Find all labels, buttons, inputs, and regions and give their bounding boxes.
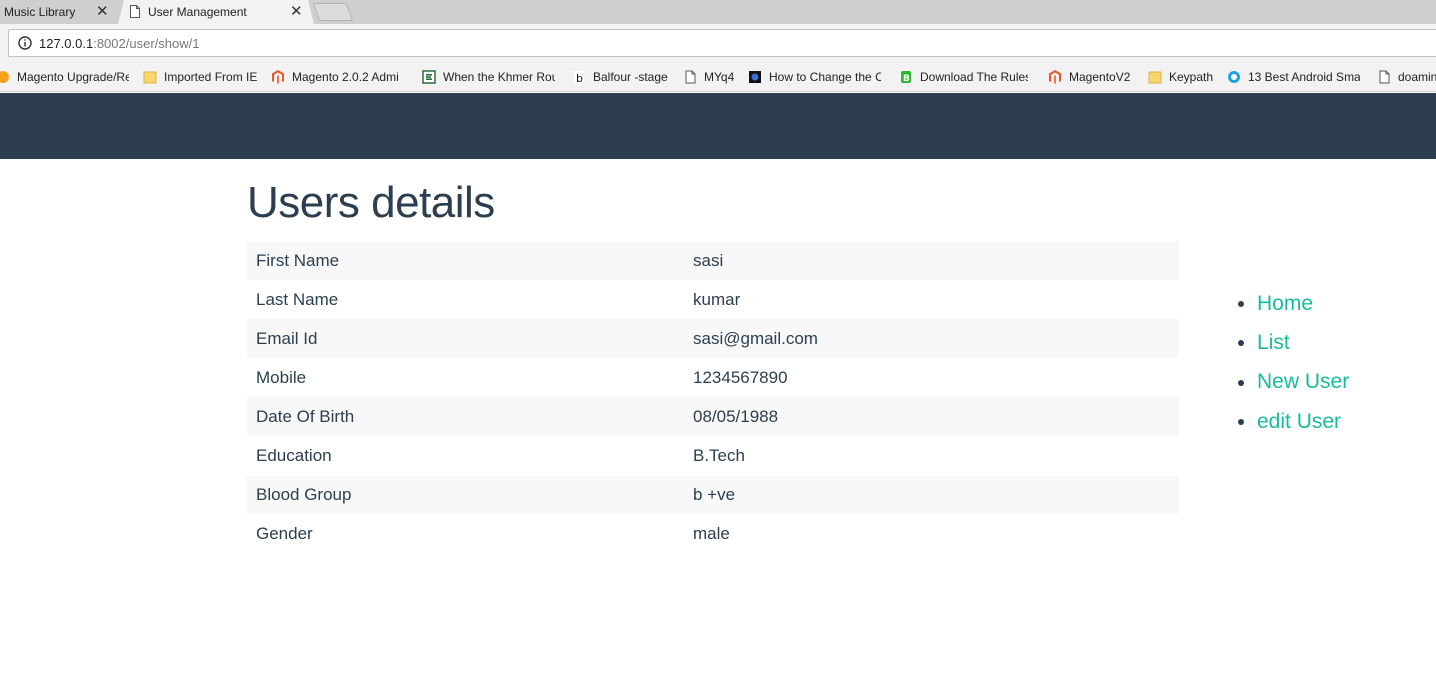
url-host: 127.0.0.1	[39, 35, 94, 51]
address-bar[interactable]: 127.0.0.1:8002/user/show/1	[8, 29, 1436, 57]
table-row: Blood Group b +ve	[247, 475, 1179, 514]
table-row: Last Name kumar	[247, 280, 1179, 319]
browser-tab-strip: Music Library ✕ User Management ✕	[0, 0, 1436, 24]
bookmark-label: When the Khmer Rou	[443, 70, 555, 84]
field-value: B.Tech	[693, 445, 745, 465]
bookmark-magento-admin[interactable]: Magento 2.0.2 Admi	[271, 69, 404, 85]
bookmark-label: Magento Upgrade/Re	[17, 70, 129, 84]
page-icon	[1379, 70, 1390, 84]
field-label: Gender	[256, 523, 313, 543]
new-tab-button[interactable]	[312, 3, 354, 21]
side-nav-list: Home List New User edit User	[1238, 284, 1349, 441]
list-link[interactable]: List	[1257, 331, 1290, 355]
bookmark-how-to-change[interactable]: How to Change the C	[748, 69, 881, 85]
tab-user-management[interactable]: User Management ✕	[118, 0, 314, 24]
browser-toolbar: 127.0.0.1:8002/user/show/1	[0, 24, 1436, 62]
bookmark-label: Download The Rules	[920, 70, 1028, 84]
svg-text:b: b	[576, 72, 583, 84]
magento-icon	[272, 70, 284, 84]
bookmark-label: Magento 2.0.2 Admi	[292, 70, 399, 84]
table-row: Mobile 1234567890	[247, 358, 1179, 397]
url-text[interactable]: 127.0.0.1:8002/user/show/1	[39, 36, 199, 51]
table-row: Date Of Birth 08/05/1988	[247, 397, 1179, 436]
list-item: New User	[1238, 363, 1349, 402]
home-link[interactable]: Home	[1257, 292, 1313, 316]
magento-orange-icon	[0, 71, 9, 83]
field-label: Last Name	[256, 289, 339, 309]
bookmark-khmer-rouge[interactable]: When the Khmer Rou	[422, 69, 555, 85]
tab-title: Music Library	[4, 5, 76, 19]
bookmark-myq4[interactable]: MYq4	[683, 69, 744, 85]
list-item: List	[1238, 323, 1349, 362]
page-icon	[130, 5, 140, 18]
bookmark-android-smartphones[interactable]: 13 Best Android Sma	[1227, 69, 1360, 85]
list-item: edit User	[1238, 402, 1349, 441]
field-value: 08/05/1988	[693, 406, 779, 426]
page-title: Users details	[247, 178, 495, 227]
table-row: Education B.Tech	[247, 436, 1179, 475]
bookmark-magento-upgrade[interactable]: Magento Upgrade/Re	[0, 69, 129, 85]
tab-music-library[interactable]: Music Library ✕	[0, 0, 118, 24]
close-icon[interactable]: ✕	[96, 4, 109, 19]
field-value: kumar	[693, 289, 741, 309]
bookmark-label: How to Change the C	[769, 70, 881, 84]
table-row: Gender male	[247, 514, 1179, 553]
tab-title: User Management	[148, 5, 247, 19]
table-row: Email Id sasi@gmail.com	[247, 319, 1179, 358]
field-value: sasi	[693, 250, 724, 270]
field-label: Mobile	[256, 367, 307, 387]
b-icon: b	[574, 71, 584, 84]
new-user-link[interactable]: New User	[1257, 370, 1349, 394]
bookmarks-bar: Magento Upgrade/Re Imported From IE Mage…	[0, 62, 1436, 92]
bookmark-label: 13 Best Android Sma	[1248, 70, 1360, 84]
bookmark-download-rules[interactable]: B Download The Rules	[899, 69, 1028, 85]
info-icon[interactable]	[18, 36, 32, 50]
field-value: 1234567890	[693, 367, 788, 387]
page-icon	[685, 70, 696, 84]
field-value: male	[693, 523, 730, 543]
bullet-icon	[1238, 340, 1244, 347]
dark-square-icon	[749, 71, 761, 83]
bookmark-label: MYq4	[704, 70, 735, 84]
edit-user-link[interactable]: edit User	[1257, 410, 1341, 434]
bookmark-label: Balfour -stage	[593, 70, 668, 84]
bookmark-imported-from-ie[interactable]: Imported From IE	[143, 69, 260, 85]
bookmark-label: MagentoV2	[1069, 70, 1131, 84]
list-item: Home	[1238, 284, 1349, 323]
bookmark-magentov2[interactable]: MagentoV2	[1048, 69, 1139, 85]
blue-circle-icon	[1228, 71, 1240, 83]
folder-icon	[1148, 71, 1162, 84]
bookmark-doamin[interactable]: doamin	[1377, 69, 1436, 85]
bookmark-label: Imported From IE	[164, 70, 258, 84]
bullet-icon	[1238, 379, 1244, 386]
magento-icon	[1049, 70, 1061, 84]
bookmark-keypath[interactable]: Keypath	[1148, 69, 1217, 85]
table-row: First Name sasi	[247, 241, 1179, 280]
bookmark-balfour-stage[interactable]: b Balfour -stage	[572, 69, 673, 85]
folder-icon	[143, 71, 157, 84]
url-path: :8002/user/show/1	[93, 35, 200, 51]
field-value: sasi@gmail.com	[693, 328, 818, 348]
close-icon[interactable]: ✕	[290, 4, 303, 19]
field-label: Date Of Birth	[256, 406, 355, 426]
field-label: Education	[256, 445, 332, 465]
bullet-icon	[1238, 301, 1244, 307]
app-navbar	[0, 93, 1436, 159]
green-icon: B	[901, 71, 911, 84]
bookmark-label: doamin	[1398, 70, 1436, 84]
user-details-table: First Name sasi Last Name kumar Email Id…	[247, 241, 1179, 553]
field-label: Blood Group	[256, 484, 352, 504]
e-icon	[422, 70, 436, 84]
field-value: b +ve	[693, 484, 736, 504]
field-label: First Name	[256, 250, 340, 270]
svg-text:B: B	[903, 74, 910, 84]
bullet-icon	[1238, 418, 1244, 425]
bookmark-label: Keypath	[1169, 70, 1214, 84]
field-label: Email Id	[256, 328, 318, 348]
